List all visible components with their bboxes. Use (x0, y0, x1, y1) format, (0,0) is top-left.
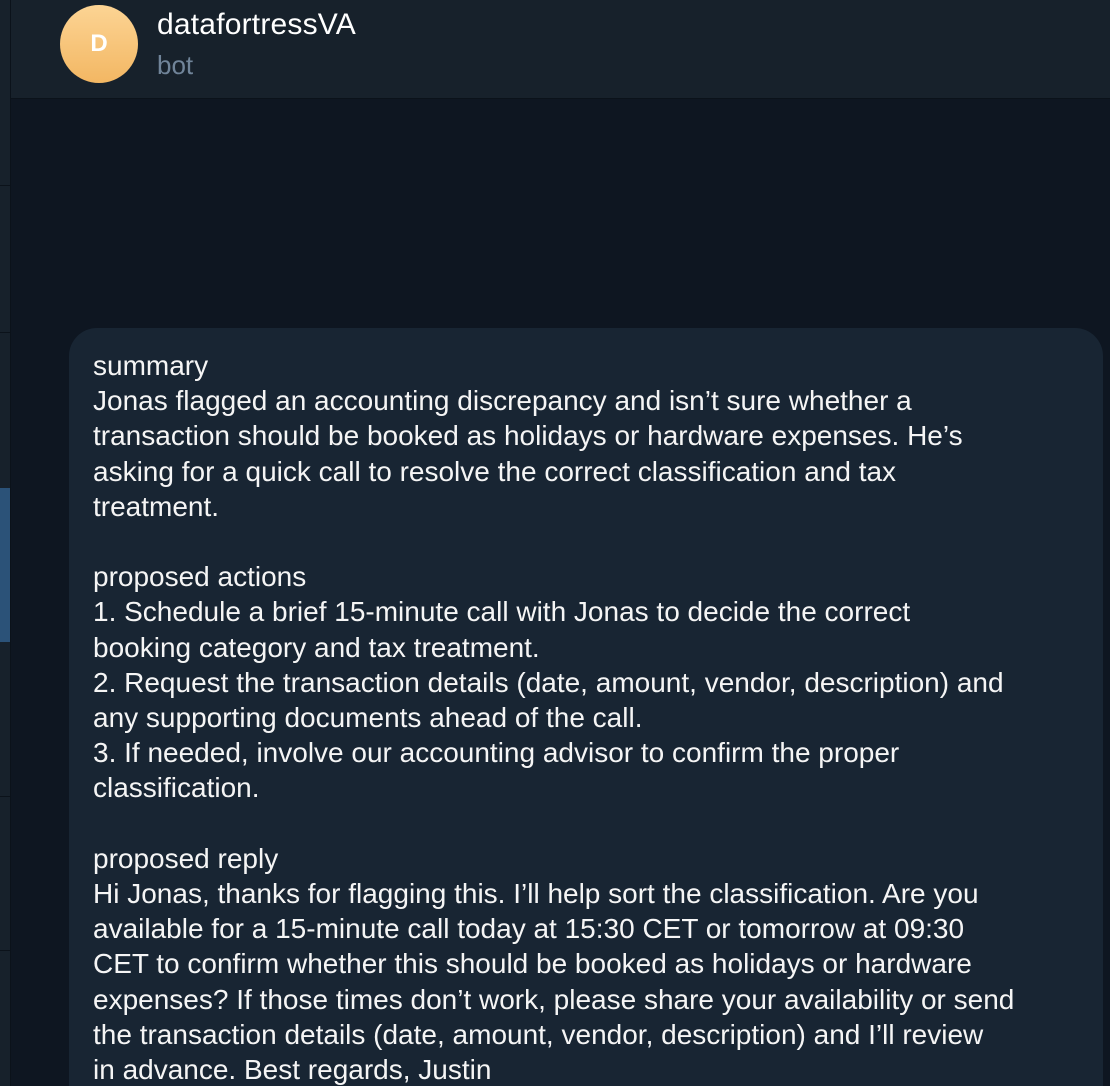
action-line: 2. Request the transaction details (date… (93, 666, 1004, 698)
summary-heading: summary (93, 350, 209, 381)
summary-section: summary Jonas flagged an accounting disc… (93, 348, 1083, 524)
action-line: booking category and tax treatment. (93, 631, 540, 663)
summary-line: treatment. (93, 490, 220, 522)
reply-section: proposed reply Hi Jonas, thanks for flag… (93, 841, 1083, 1086)
chat-list-divider (0, 950, 10, 951)
chat-list-strip (0, 0, 11, 1086)
action-line: classification. (93, 772, 260, 804)
chat-title[interactable]: datafortressVA (157, 8, 356, 42)
reply-line: the transaction details (date, amount, v… (93, 1018, 984, 1050)
paragraph-break (93, 524, 1083, 559)
actions-section: proposed actions 1. Schedule a brief 15-… (93, 559, 1083, 805)
chat-window: D datafortressVA bot summary Jonas flagg… (0, 0, 1110, 1086)
reply-line: available for a 15-minute call today at … (93, 913, 965, 945)
reply-line: Hi Jonas, thanks for flagging this. I’ll… (93, 878, 979, 910)
summary-line: transaction should be booked as holidays… (93, 420, 963, 452)
message-bubble[interactable]: summary Jonas flagged an accounting disc… (69, 328, 1103, 1086)
summary-line: asking for a quick call to resolve the c… (93, 455, 897, 487)
action-line: 1. Schedule a brief 15-minute call with … (93, 596, 911, 628)
summary-line: Jonas flagged an accounting discrepancy … (93, 385, 912, 417)
chat-status: bot (157, 50, 194, 80)
action-line: 3. If needed, involve our accounting adv… (93, 737, 900, 769)
chat-header[interactable]: D datafortressVA bot (11, 0, 1110, 99)
actions-heading: proposed actions (93, 561, 307, 593)
avatar[interactable]: D (60, 5, 138, 83)
reply-line: in advance. Best regards, Justin (93, 1054, 492, 1086)
reply-line: CET to confirm whether this should be bo… (93, 948, 972, 980)
chat-list-divider (0, 185, 10, 186)
chat-list-divider (0, 332, 10, 333)
reply-line: expenses? If those times don’t work, ple… (93, 983, 1015, 1015)
chat-list-item-active[interactable] (0, 488, 10, 642)
reply-heading: proposed reply (93, 842, 279, 874)
avatar-letter: D (90, 30, 108, 57)
chat-list-divider (0, 796, 10, 797)
paragraph-break (93, 806, 1083, 841)
message-area: summary Jonas flagged an accounting disc… (11, 99, 1110, 1086)
action-line: any supporting documents ahead of the ca… (93, 702, 643, 734)
